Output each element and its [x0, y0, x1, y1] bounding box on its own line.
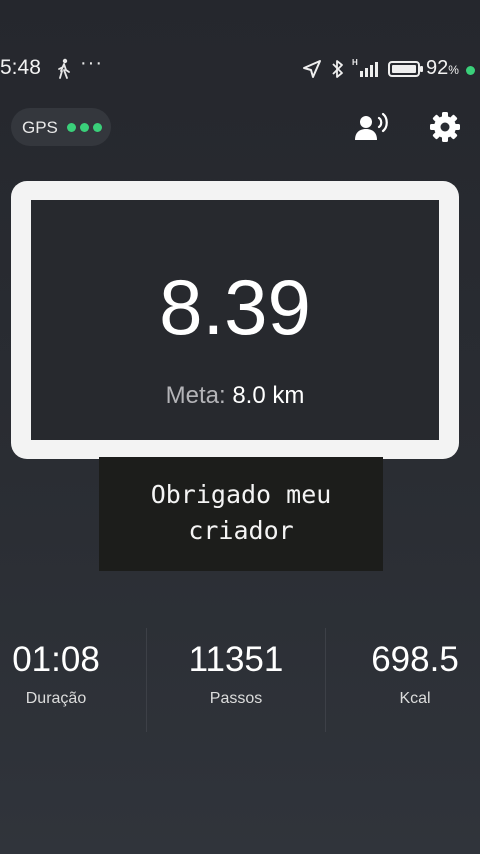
- gps-status-chip: GPS: [11, 108, 111, 146]
- stat-label: Kcal: [399, 690, 431, 707]
- status-bar: 5:48 ··· H 92%: [0, 52, 480, 86]
- status-time: 5:48: [0, 56, 41, 79]
- stat-value: 698.5: [371, 640, 459, 679]
- distance-goal-card: 8.39 Meta: 8.0 km: [11, 181, 459, 459]
- bluetooth-icon: [332, 60, 343, 78]
- stat-value: 11351: [188, 640, 284, 679]
- caption-overlay: Obrigado meu criador: [99, 457, 383, 571]
- more-notifications-icon: ···: [80, 52, 103, 74]
- stat-label: Duração: [25, 690, 87, 707]
- voice-announce-icon: [355, 112, 388, 140]
- gps-signal-dot: [67, 123, 76, 132]
- distance-display-panel: 8.39 Meta: 8.0 km: [31, 200, 439, 440]
- settings-button[interactable]: [428, 110, 462, 144]
- goal-line: Meta: 8.0 km: [31, 382, 439, 410]
- signal-icon: H: [352, 58, 378, 77]
- gps-signal-dot: [80, 123, 89, 132]
- svg-text:H: H: [352, 58, 358, 67]
- gps-label: GPS: [22, 118, 58, 137]
- walk-icon: [58, 58, 70, 79]
- stat-divider: [146, 628, 147, 732]
- distance-value: 8.39: [159, 263, 311, 351]
- gps-signal-dot: [93, 123, 102, 132]
- battery-percent: 92%: [426, 57, 459, 79]
- battery-icon: [388, 61, 423, 77]
- stat-value: 01:08: [12, 640, 100, 679]
- stat-label: Passos: [209, 690, 263, 707]
- navigation-arrow-icon: [303, 60, 321, 78]
- voice-announce-button[interactable]: [352, 112, 390, 144]
- stat-divider: [325, 628, 326, 732]
- goal-label: Meta:: [165, 382, 226, 409]
- caption-text: Obrigado meu criador: [150, 480, 332, 545]
- gear-icon: [430, 112, 460, 142]
- stat-steps: 11351 Passos: [176, 640, 296, 708]
- stat-duration: 01:08 Duração: [0, 640, 112, 708]
- stat-calories: 698.5 Kcal: [354, 640, 476, 708]
- charging-indicator-dot: [466, 66, 475, 75]
- goal-value: 8.0 km: [232, 382, 305, 409]
